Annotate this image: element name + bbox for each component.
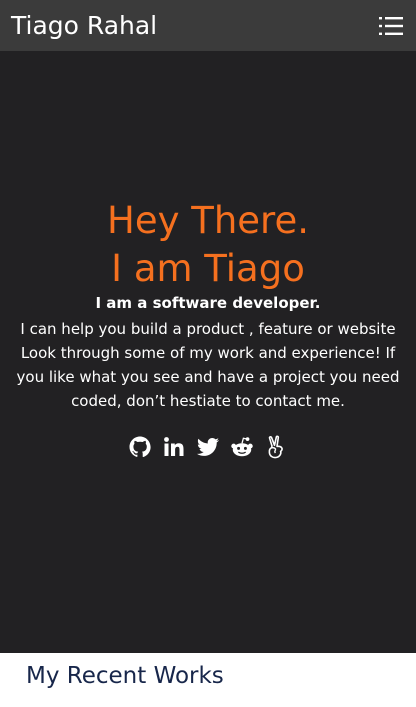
menu-button[interactable] xyxy=(376,11,406,41)
linkedin-link[interactable] xyxy=(162,435,186,459)
hero-section: Hey There. I am Tiago I am a software de… xyxy=(0,51,416,653)
recent-works-section: My Recent Works xyxy=(0,653,416,707)
linkedin-icon xyxy=(164,437,184,456)
twitter-link[interactable] xyxy=(196,435,220,459)
github-icon xyxy=(129,436,151,458)
navbar: Tiago Rahal xyxy=(0,0,416,51)
angellist-link[interactable] xyxy=(264,435,288,459)
hero-description: I can help you build a product , feature… xyxy=(16,320,400,410)
reddit-link[interactable] xyxy=(230,435,254,459)
social-links xyxy=(0,434,416,460)
brand-name[interactable]: Tiago Rahal xyxy=(11,11,157,40)
hero-subtitle: I am a software developer. xyxy=(95,294,321,312)
recent-works-title: My Recent Works xyxy=(26,663,224,689)
hamburger-list-icon xyxy=(379,16,403,35)
hero-heading-line2: I am Tiago xyxy=(111,247,305,290)
github-link[interactable] xyxy=(128,435,152,459)
hero-heading: Hey There. I am Tiago xyxy=(0,197,416,293)
twitter-icon xyxy=(197,438,219,456)
angellist-icon xyxy=(268,435,283,459)
hero-heading-line1: Hey There. xyxy=(107,199,309,242)
reddit-icon xyxy=(231,437,253,457)
